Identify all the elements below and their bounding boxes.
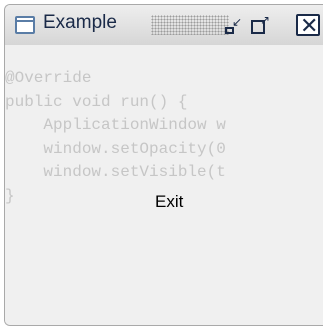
window-title: Example: [43, 12, 117, 33]
app-window: Example ↙ ↗ ✕ @Override public void run(…: [4, 4, 323, 326]
code-text: @Override public void run() { Applicatio…: [5, 67, 226, 209]
title-bar-grip[interactable]: [151, 15, 229, 35]
window-icon: [15, 16, 35, 34]
content-area: @Override public void run() { Applicatio…: [5, 45, 323, 325]
code-line: }: [5, 186, 15, 205]
code-line: public void run() {: [5, 92, 188, 111]
minimize-button[interactable]: ↙: [223, 16, 245, 36]
close-icon: ✕: [300, 13, 319, 38]
exit-button[interactable]: Exit: [155, 192, 183, 212]
maximize-button[interactable]: ↗: [249, 14, 271, 36]
code-line: window.setVisible(t: [5, 163, 226, 182]
code-line: window.setOpacity(0: [5, 139, 226, 158]
close-button[interactable]: ✕: [296, 13, 320, 38]
title-bar[interactable]: Example ↙ ↗ ✕: [5, 5, 323, 45]
code-line: @Override: [5, 69, 92, 87]
code-line: ApplicationWindow w: [5, 116, 226, 135]
